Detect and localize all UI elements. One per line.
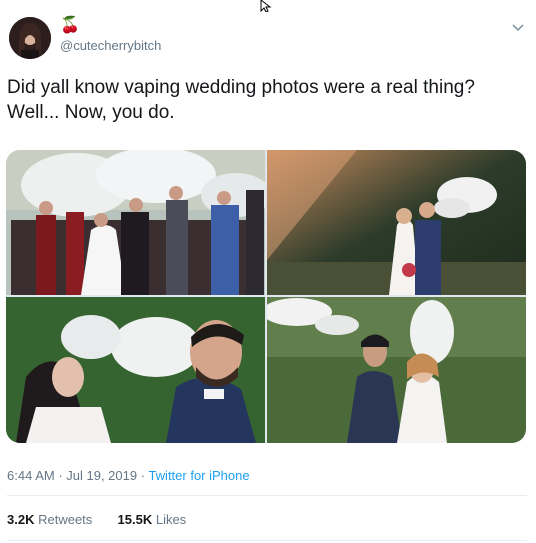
tweet-stats: 3.2K Retweets 15.5K Likes [7,512,186,527]
likes-label: Likes [155,512,187,527]
chevron-down-icon[interactable] [511,22,525,32]
mouse-cursor-icon [260,0,272,12]
separator-dot: · [137,468,149,483]
avatar[interactable] [9,17,51,59]
retweets-count: 3.2K [7,512,35,527]
tweet-source-link[interactable]: Twitter for iPhone [148,468,249,483]
tweet-time[interactable]: 6:44 AM [7,468,55,483]
likes-stat[interactable]: 15.5K Likes [118,512,187,527]
display-name-emoji: 🍒 [60,17,80,34]
retweets-label: Retweets [38,512,93,527]
user-block[interactable]: 🍒 @cutecherrybitch [60,17,161,54]
tweet-image-3[interactable] [6,297,265,443]
retweets-stat[interactable]: 3.2K Retweets [7,512,92,527]
tweet-date[interactable]: Jul 19, 2019 [66,468,137,483]
tweet-image-1[interactable] [6,150,265,295]
tweet-image-4[interactable] [267,297,526,443]
media-grid[interactable] [6,150,526,443]
separator-dot: · [54,468,67,483]
user-handle[interactable]: @cutecherrybitch [60,38,161,53]
tweet-text: Did yall know vaping wedding photos were… [7,77,475,123]
tweet-image-2[interactable] [267,150,526,295]
tweet-timestamp-row: 6:44 AM · Jul 19, 2019 · Twitter for iPh… [7,468,250,483]
divider [7,540,527,541]
likes-count: 15.5K [117,512,153,527]
divider [7,495,527,496]
